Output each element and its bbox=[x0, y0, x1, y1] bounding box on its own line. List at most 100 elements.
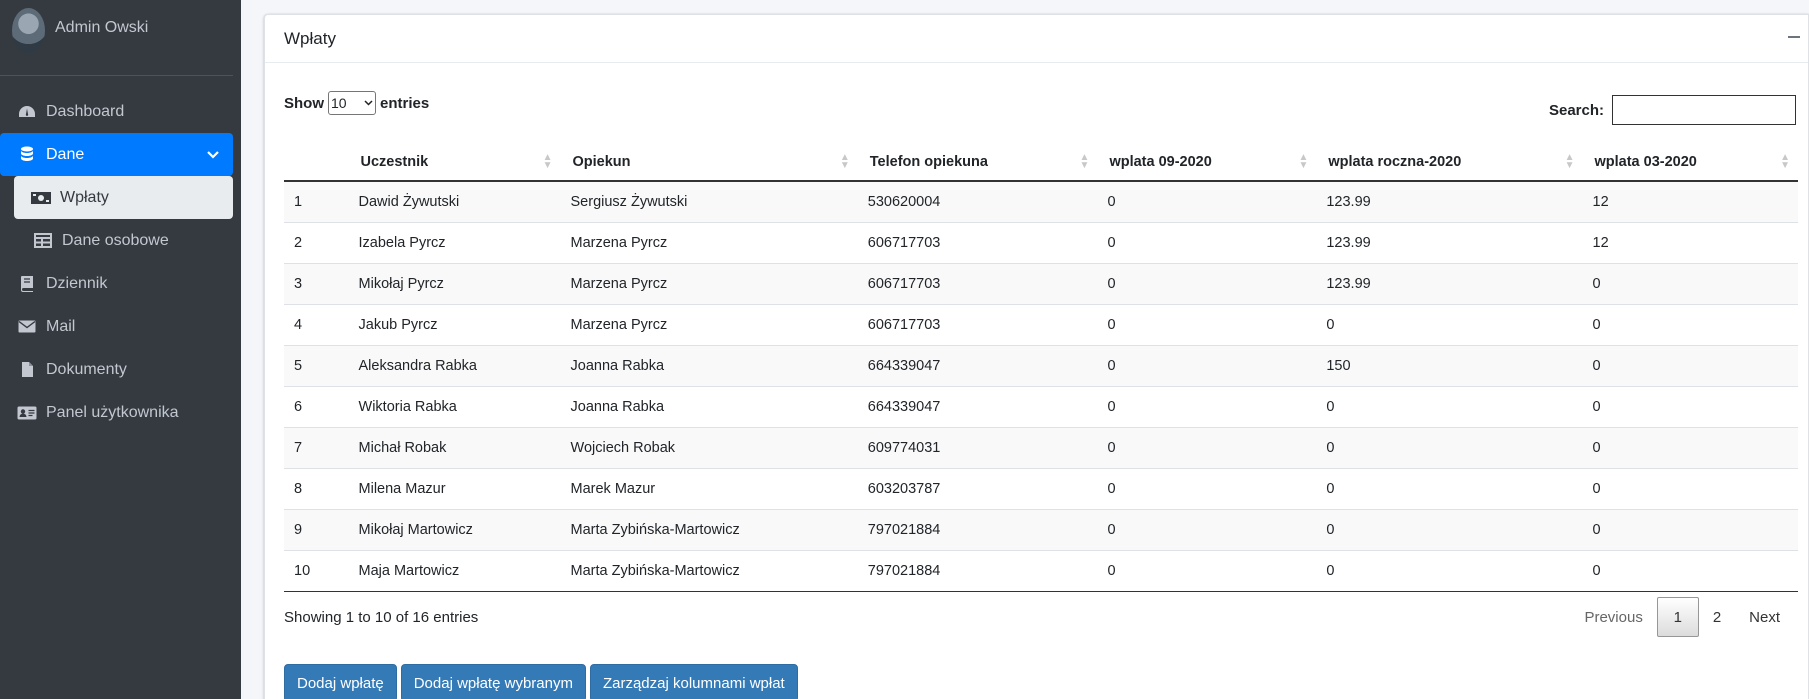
sidebar-item-label: Dane bbox=[46, 145, 85, 163]
cell-telefon: 797021884 bbox=[857, 550, 1098, 592]
table-row[interactable]: 8 Milena Mazur Marek Mazur 603203787 0 0 0 bbox=[284, 468, 1798, 510]
envelope-icon bbox=[16, 320, 38, 333]
table-icon bbox=[32, 233, 54, 248]
sidebar-item-dokumenty[interactable]: Dokumenty bbox=[0, 348, 233, 391]
column-header-telefon[interactable]: Telefon opiekuna ▲ ▼ bbox=[857, 143, 1098, 182]
table-row[interactable]: 5 Aleksandra Rabka Joanna Rabka 664339047 0 1… bbox=[284, 345, 1798, 387]
table-row[interactable]: 9 Mikołaj Martowicz Marta Zybińska-Martowi… bbox=[284, 509, 1798, 551]
cell-wplata-03: 0 bbox=[1582, 427, 1798, 469]
cell-telefon: 664339047 bbox=[857, 386, 1098, 428]
sidebar-item-dziennik[interactable]: Dziennik bbox=[0, 262, 233, 305]
table-header-row: Uczestnik ▲ ▼ Opiekun ▲ ▼ Telefon opiekuna ▲ ▼… bbox=[284, 143, 1798, 182]
card-title: Wpłaty bbox=[284, 28, 336, 48]
cell-wplata-roczna: 123.99 bbox=[1316, 263, 1583, 305]
sidebar-item-mail[interactable]: Mail bbox=[0, 305, 233, 348]
cell-opiekun: Marzena Pyrcz bbox=[560, 304, 858, 346]
column-header-wplata-09-2020[interactable]: wplata 09-2020 ▲ ▼ bbox=[1097, 143, 1317, 182]
cell-wplata-09: 0 bbox=[1097, 550, 1317, 592]
add-payment-selected-button[interactable]: Dodaj wpłatę wybranym bbox=[400, 664, 586, 699]
add-payment-button[interactable]: Dodaj wpłatę bbox=[284, 664, 397, 699]
column-header-wplata-roczna-2020[interactable]: wplata roczna-2020 ▲ ▼ bbox=[1316, 143, 1583, 182]
column-header-opiekun[interactable]: Opiekun ▲ ▼ bbox=[560, 143, 858, 182]
cell-index: 7 bbox=[284, 427, 349, 469]
table-row[interactable]: 7 Michał Robak Wojciech Robak 609774031 0 0 0 bbox=[284, 427, 1798, 469]
minus-icon[interactable] bbox=[1784, 27, 1804, 47]
table-row[interactable]: 10 Maja Martowicz Marta Zybińska-Martowicz… bbox=[284, 550, 1798, 592]
action-buttons: Dodaj wpłatę Dodaj wpłatę wybranym Zarzą… bbox=[284, 664, 798, 699]
table-row[interactable]: 3 Mikołaj Pyrcz Marzena Pyrcz 606717703 0 123… bbox=[284, 263, 1798, 305]
table-row[interactable]: 6 Wiktoria Rabka Joanna Rabka 664339047 0 0 0 bbox=[284, 386, 1798, 428]
page-length-control: Show 10 entries bbox=[284, 91, 429, 115]
cell-opiekun: Marta Zybińska-Martowicz bbox=[560, 509, 858, 551]
cell-opiekun: Joanna Rabka bbox=[560, 345, 858, 387]
user-name[interactable]: Admin Owski bbox=[55, 19, 148, 37]
cell-wplata-09: 0 bbox=[1097, 345, 1317, 387]
money-icon bbox=[30, 191, 52, 205]
cell-uczestnik: Mikołaj Pyrcz bbox=[348, 263, 561, 305]
sort-icon: ▲ ▼ bbox=[1564, 152, 1575, 171]
column-header-wplata-03-2020[interactable]: wplata 03-2020 ▲ ▼ bbox=[1582, 143, 1798, 182]
cell-uczestnik: Michał Robak bbox=[348, 427, 561, 469]
pagination: Previous 1 2 Next bbox=[1570, 597, 1794, 637]
manage-payment-columns-button[interactable]: Zarządzaj kolumnami wpłat bbox=[589, 664, 798, 699]
page-length-value: 10 bbox=[331, 95, 347, 111]
user-panel[interactable]: Admin Owski bbox=[0, 0, 233, 76]
sidebar-item-label: Mail bbox=[46, 317, 76, 335]
pagination-page-2[interactable]: 2 bbox=[1699, 597, 1735, 637]
cell-wplata-03: 12 bbox=[1582, 181, 1798, 223]
show-label: Show bbox=[284, 94, 324, 112]
sidebar-item-label: Wpłaty bbox=[60, 188, 109, 206]
cell-telefon: 797021884 bbox=[857, 509, 1098, 551]
cell-wplata-roczna: 0 bbox=[1316, 386, 1583, 428]
payments-card: Wpłaty Show 10 entries Search: Uczestnik… bbox=[264, 14, 1809, 699]
cell-wplata-roczna: 0 bbox=[1316, 304, 1583, 346]
cell-index: 9 bbox=[284, 509, 349, 551]
sort-icon: ▲ ▼ bbox=[542, 152, 553, 171]
sidebar-item-label: Dokumenty bbox=[46, 360, 127, 378]
pagination-previous[interactable]: Previous bbox=[1570, 597, 1656, 637]
sidebar-item-label: Dashboard bbox=[46, 102, 125, 120]
page-length-select[interactable]: 10 bbox=[328, 91, 376, 115]
card-header: Wpłaty bbox=[265, 15, 1808, 63]
cell-telefon: 609774031 bbox=[857, 427, 1098, 469]
cell-opiekun: Joanna Rabka bbox=[560, 386, 858, 428]
database-icon bbox=[16, 146, 38, 163]
sidebar-item-dane[interactable]: Dane bbox=[0, 133, 233, 176]
table-row[interactable]: 1 Dawid Żywutski Sergiusz Żywutski 53062000… bbox=[284, 181, 1798, 223]
cell-wplata-roczna: 150 bbox=[1316, 345, 1583, 387]
avatar[interactable] bbox=[12, 8, 45, 53]
search-input[interactable] bbox=[1612, 95, 1796, 125]
chevron-down-icon[interactable] bbox=[207, 148, 219, 162]
sidebar: Admin Owski Dashboard Dane Wpłaty Dane o… bbox=[0, 0, 241, 699]
cell-wplata-roczna: 0 bbox=[1316, 468, 1583, 510]
dashboard-icon bbox=[16, 104, 38, 120]
sidebar-item-panel-uzytkownika[interactable]: Panel użytkownika bbox=[0, 391, 233, 434]
column-header-uczestnik[interactable]: Uczestnik ▲ ▼ bbox=[348, 143, 561, 182]
sidebar-item-wplaty[interactable]: Wpłaty bbox=[14, 176, 233, 219]
table-row[interactable]: 2 Izabela Pyrcz Marzena Pyrcz 606717703 0 123… bbox=[284, 222, 1798, 264]
pagination-next[interactable]: Next bbox=[1735, 597, 1794, 637]
cell-telefon: 606717703 bbox=[857, 263, 1098, 305]
cell-opiekun: Wojciech Robak bbox=[560, 427, 858, 469]
cell-telefon: 606717703 bbox=[857, 304, 1098, 346]
cell-telefon: 603203787 bbox=[857, 468, 1098, 510]
chevron-down-icon bbox=[364, 100, 373, 106]
sidebar-item-label: Dziennik bbox=[46, 274, 108, 292]
sidebar-item-dane-osobowe[interactable]: Dane osobowe bbox=[0, 219, 233, 262]
cell-opiekun: Marzena Pyrcz bbox=[560, 222, 858, 264]
cell-wplata-03: 0 bbox=[1582, 509, 1798, 551]
cell-wplata-09: 0 bbox=[1097, 222, 1317, 264]
table-controls: Show 10 entries Search: bbox=[284, 85, 1796, 125]
pagination-page-1[interactable]: 1 bbox=[1656, 597, 1699, 637]
cell-wplata-roczna: 123.99 bbox=[1316, 181, 1583, 223]
cell-wplata-03: 0 bbox=[1582, 386, 1798, 428]
cell-wplata-03: 12 bbox=[1582, 222, 1798, 264]
sidebar-item-dashboard[interactable]: Dashboard bbox=[0, 90, 233, 133]
column-header-index[interactable] bbox=[284, 143, 349, 182]
cell-opiekun: Marzena Pyrcz bbox=[560, 263, 858, 305]
table-info: Showing 1 to 10 of 16 entries bbox=[284, 609, 479, 626]
book-icon bbox=[16, 275, 38, 292]
cell-telefon: 606717703 bbox=[857, 222, 1098, 264]
cell-uczestnik: Milena Mazur bbox=[348, 468, 561, 510]
table-row[interactable]: 4 Jakub Pyrcz Marzena Pyrcz 606717703 0 0 0 bbox=[284, 304, 1798, 346]
